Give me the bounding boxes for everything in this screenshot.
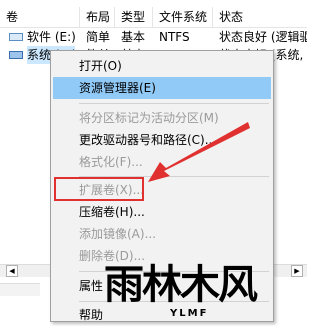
watermark-subtext: YLMF <box>170 308 209 319</box>
volume-row[interactable]: 软件 (E:) 简单 基本 NTFS 状态良好 (逻辑驱 <box>0 28 307 46</box>
column-header-layout[interactable]: 布局 <box>80 7 115 27</box>
menu-item-add-mirror[interactable]: 添加镜像(A)... <box>53 223 271 245</box>
volume-icon <box>9 51 23 59</box>
watermark-logo: 雨林木风 YLMF <box>100 262 306 322</box>
volume-icon <box>9 33 23 41</box>
menu-item-change-drive-letter[interactable]: 更改驱动器号和路径(C)... <box>53 129 271 151</box>
menu-item-mark-active[interactable]: 将分区标记为活动分区(M) <box>53 107 271 129</box>
disk-map-row <box>0 283 40 296</box>
menu-separator <box>79 103 269 104</box>
watermark-text: 雨林木风 <box>104 262 258 308</box>
menu-item-explorer[interactable]: 资源管理器(E) <box>53 77 271 99</box>
scroll-left-arrow-icon[interactable]: ◀ <box>6 265 18 277</box>
annotation-highlight-box <box>54 177 144 201</box>
volume-type: 基本 <box>121 30 146 44</box>
volume-filesystem: NTFS <box>159 30 190 44</box>
column-header-status[interactable]: 状态 <box>213 7 307 27</box>
menu-item-format[interactable]: 格式化(F)... <box>53 151 271 173</box>
menu-item-open[interactable]: 打开(O) <box>53 55 271 77</box>
volume-name: 软件 (E:) <box>27 30 76 44</box>
menu-item-shrink-volume[interactable]: 压缩卷(H)... <box>53 201 271 223</box>
column-header-filesystem[interactable]: 文件系统 <box>153 7 213 27</box>
volume-layout: 简单 <box>86 30 111 44</box>
volume-list-header: 卷 布局 类型 文件系统 状态 <box>0 7 307 28</box>
column-header-volume[interactable]: 卷 <box>0 7 80 27</box>
volume-status: 状态良好 (逻辑驱 <box>219 30 307 44</box>
column-header-type[interactable]: 类型 <box>115 7 153 27</box>
